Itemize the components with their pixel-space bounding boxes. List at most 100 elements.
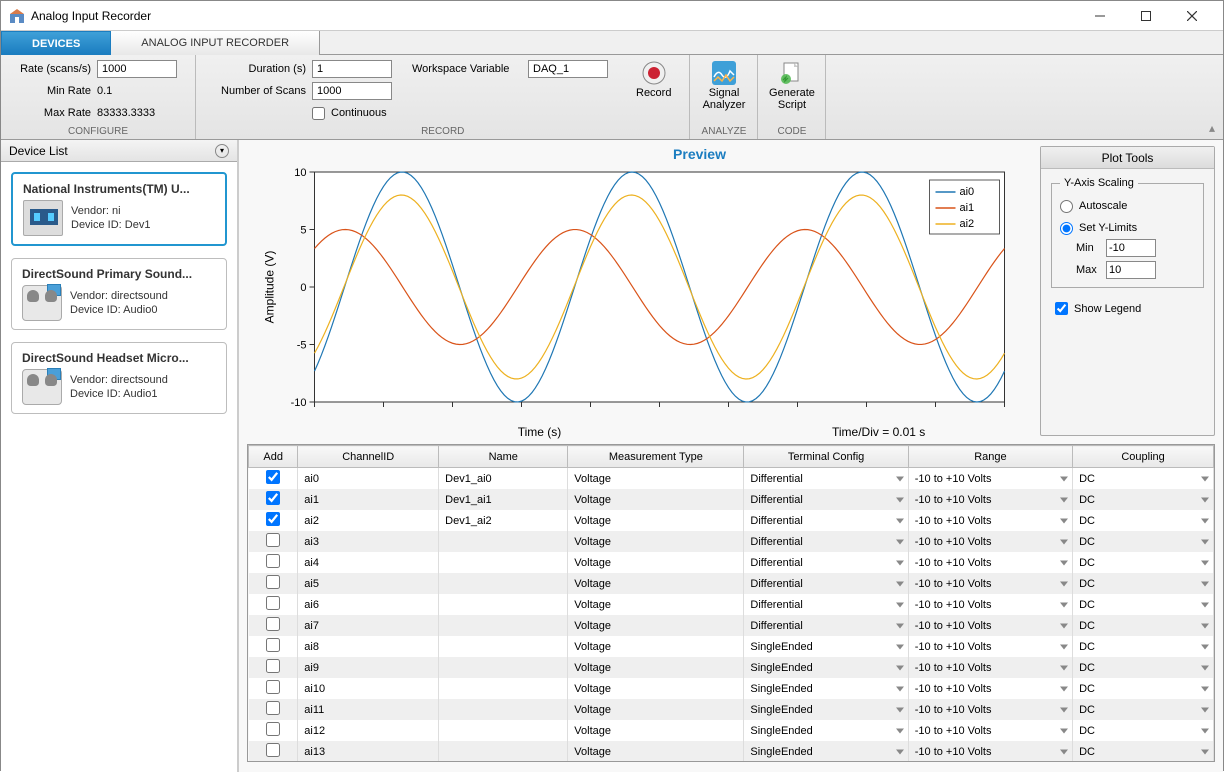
add-checkbox[interactable] bbox=[266, 470, 280, 484]
add-checkbox[interactable] bbox=[266, 491, 280, 505]
cell-range[interactable]: -10 to +10 Volts bbox=[908, 573, 1072, 594]
tab-analog-input-recorder[interactable]: ANALOG INPUT RECORDER bbox=[111, 31, 320, 55]
duration-input[interactable] bbox=[312, 60, 392, 78]
cell-range[interactable]: -10 to +10 Volts bbox=[908, 678, 1072, 699]
cell-coupling[interactable]: DC bbox=[1073, 531, 1214, 552]
cell-terminal-config[interactable]: Differential bbox=[744, 594, 908, 615]
cell-coupling[interactable]: DC bbox=[1073, 699, 1214, 720]
add-checkbox[interactable] bbox=[266, 743, 280, 757]
table-header[interactable]: Measurement Type bbox=[568, 446, 744, 468]
cell-coupling[interactable]: DC bbox=[1073, 552, 1214, 573]
table-row[interactable]: ai7VoltageDifferential-10 to +10 VoltsDC bbox=[249, 615, 1214, 636]
cell-terminal-config[interactable]: Differential bbox=[744, 489, 908, 510]
rate-input[interactable] bbox=[97, 60, 177, 78]
cell-name[interactable] bbox=[439, 720, 568, 741]
cell-name[interactable] bbox=[439, 678, 568, 699]
cell-name[interactable] bbox=[439, 594, 568, 615]
cell-terminal-config[interactable]: SingleEnded bbox=[744, 720, 908, 741]
cell-name[interactable] bbox=[439, 573, 568, 594]
table-row[interactable]: ai4VoltageDifferential-10 to +10 VoltsDC bbox=[249, 552, 1214, 573]
table-row[interactable]: ai5VoltageDifferential-10 to +10 VoltsDC bbox=[249, 573, 1214, 594]
device-card-sound0[interactable]: DirectSound Primary Sound... Vendor: dir… bbox=[11, 258, 227, 330]
ymin-input[interactable] bbox=[1106, 239, 1156, 257]
cell-name[interactable] bbox=[439, 636, 568, 657]
add-checkbox[interactable] bbox=[266, 617, 280, 631]
cell-terminal-config[interactable]: SingleEnded bbox=[744, 699, 908, 720]
table-header[interactable]: Terminal Config bbox=[744, 446, 908, 468]
cell-terminal-config[interactable]: SingleEnded bbox=[744, 657, 908, 678]
cell-range[interactable]: -10 to +10 Volts bbox=[908, 615, 1072, 636]
generate-script-button[interactable]: Generate Script bbox=[768, 59, 815, 113]
minimize-button[interactable] bbox=[1077, 1, 1123, 31]
cell-terminal-config[interactable]: SingleEnded bbox=[744, 678, 908, 699]
cell-coupling[interactable]: DC bbox=[1073, 636, 1214, 657]
add-checkbox[interactable] bbox=[266, 701, 280, 715]
cell-coupling[interactable]: DC bbox=[1073, 720, 1214, 741]
add-checkbox[interactable] bbox=[266, 722, 280, 736]
set-y-radio[interactable] bbox=[1060, 222, 1073, 235]
cell-terminal-config[interactable]: SingleEnded bbox=[744, 636, 908, 657]
cell-terminal-config[interactable]: Differential bbox=[744, 531, 908, 552]
cell-range[interactable]: -10 to +10 Volts bbox=[908, 741, 1072, 761]
table-row[interactable]: ai6VoltageDifferential-10 to +10 VoltsDC bbox=[249, 594, 1214, 615]
table-header[interactable]: Coupling bbox=[1073, 446, 1214, 468]
cell-coupling[interactable]: DC bbox=[1073, 741, 1214, 761]
cell-terminal-config[interactable]: SingleEnded bbox=[744, 741, 908, 761]
cell-range[interactable]: -10 to +10 Volts bbox=[908, 531, 1072, 552]
continuous-checkbox[interactable] bbox=[312, 107, 325, 120]
add-checkbox[interactable] bbox=[266, 533, 280, 547]
table-row[interactable]: ai0Dev1_ai0VoltageDifferential-10 to +10… bbox=[249, 468, 1214, 490]
device-card-ni[interactable]: National Instruments(TM) U... Vendor: ni… bbox=[11, 172, 227, 246]
table-header[interactable]: Name bbox=[439, 446, 568, 468]
cell-coupling[interactable]: DC bbox=[1073, 489, 1214, 510]
toolbar-expand-icon[interactable]: ▴ bbox=[1209, 121, 1215, 135]
device-list-dropdown-icon[interactable]: ▾ bbox=[215, 144, 229, 158]
cell-coupling[interactable]: DC bbox=[1073, 615, 1214, 636]
scans-input[interactable] bbox=[312, 82, 392, 100]
signal-analyzer-button[interactable]: Signal Analyzer bbox=[700, 59, 747, 113]
add-checkbox[interactable] bbox=[266, 512, 280, 526]
add-checkbox[interactable] bbox=[266, 554, 280, 568]
cell-name[interactable] bbox=[439, 552, 568, 573]
cell-range[interactable]: -10 to +10 Volts bbox=[908, 594, 1072, 615]
cell-range[interactable]: -10 to +10 Volts bbox=[908, 720, 1072, 741]
maximize-button[interactable] bbox=[1123, 1, 1169, 31]
tab-devices[interactable]: DEVICES bbox=[1, 31, 111, 55]
table-row[interactable]: ai1Dev1_ai1VoltageDifferential-10 to +10… bbox=[249, 489, 1214, 510]
ws-var-input[interactable] bbox=[528, 60, 608, 78]
cell-name[interactable] bbox=[439, 531, 568, 552]
add-checkbox[interactable] bbox=[266, 596, 280, 610]
close-button[interactable] bbox=[1169, 1, 1215, 31]
table-row[interactable]: ai11VoltageSingleEnded-10 to +10 VoltsDC bbox=[249, 699, 1214, 720]
cell-range[interactable]: -10 to +10 Volts bbox=[908, 699, 1072, 720]
table-row[interactable]: ai9VoltageSingleEnded-10 to +10 VoltsDC bbox=[249, 657, 1214, 678]
cell-coupling[interactable]: DC bbox=[1073, 678, 1214, 699]
add-checkbox[interactable] bbox=[266, 575, 280, 589]
cell-coupling[interactable]: DC bbox=[1073, 510, 1214, 531]
add-checkbox[interactable] bbox=[266, 680, 280, 694]
add-checkbox[interactable] bbox=[266, 638, 280, 652]
cell-terminal-config[interactable]: Differential bbox=[744, 573, 908, 594]
cell-coupling[interactable]: DC bbox=[1073, 573, 1214, 594]
cell-terminal-config[interactable]: Differential bbox=[744, 615, 908, 636]
ymax-input[interactable] bbox=[1106, 261, 1156, 279]
table-header[interactable]: Add bbox=[249, 446, 298, 468]
cell-name[interactable] bbox=[439, 699, 568, 720]
table-header[interactable]: ChannelID bbox=[298, 446, 439, 468]
table-header[interactable]: Range bbox=[908, 446, 1072, 468]
table-row[interactable]: ai3VoltageDifferential-10 to +10 VoltsDC bbox=[249, 531, 1214, 552]
table-row[interactable]: ai8VoltageSingleEnded-10 to +10 VoltsDC bbox=[249, 636, 1214, 657]
cell-range[interactable]: -10 to +10 Volts bbox=[908, 510, 1072, 531]
cell-name[interactable]: Dev1_ai2 bbox=[439, 510, 568, 531]
cell-range[interactable]: -10 to +10 Volts bbox=[908, 489, 1072, 510]
device-card-sound1[interactable]: DirectSound Headset Micro... Vendor: dir… bbox=[11, 342, 227, 414]
cell-name[interactable] bbox=[439, 657, 568, 678]
cell-terminal-config[interactable]: Differential bbox=[744, 468, 908, 490]
cell-name[interactable] bbox=[439, 741, 568, 761]
cell-coupling[interactable]: DC bbox=[1073, 657, 1214, 678]
cell-name[interactable] bbox=[439, 615, 568, 636]
table-row[interactable]: ai13VoltageSingleEnded-10 to +10 VoltsDC bbox=[249, 741, 1214, 761]
cell-terminal-config[interactable]: Differential bbox=[744, 510, 908, 531]
cell-coupling[interactable]: DC bbox=[1073, 594, 1214, 615]
cell-name[interactable]: Dev1_ai0 bbox=[439, 468, 568, 490]
